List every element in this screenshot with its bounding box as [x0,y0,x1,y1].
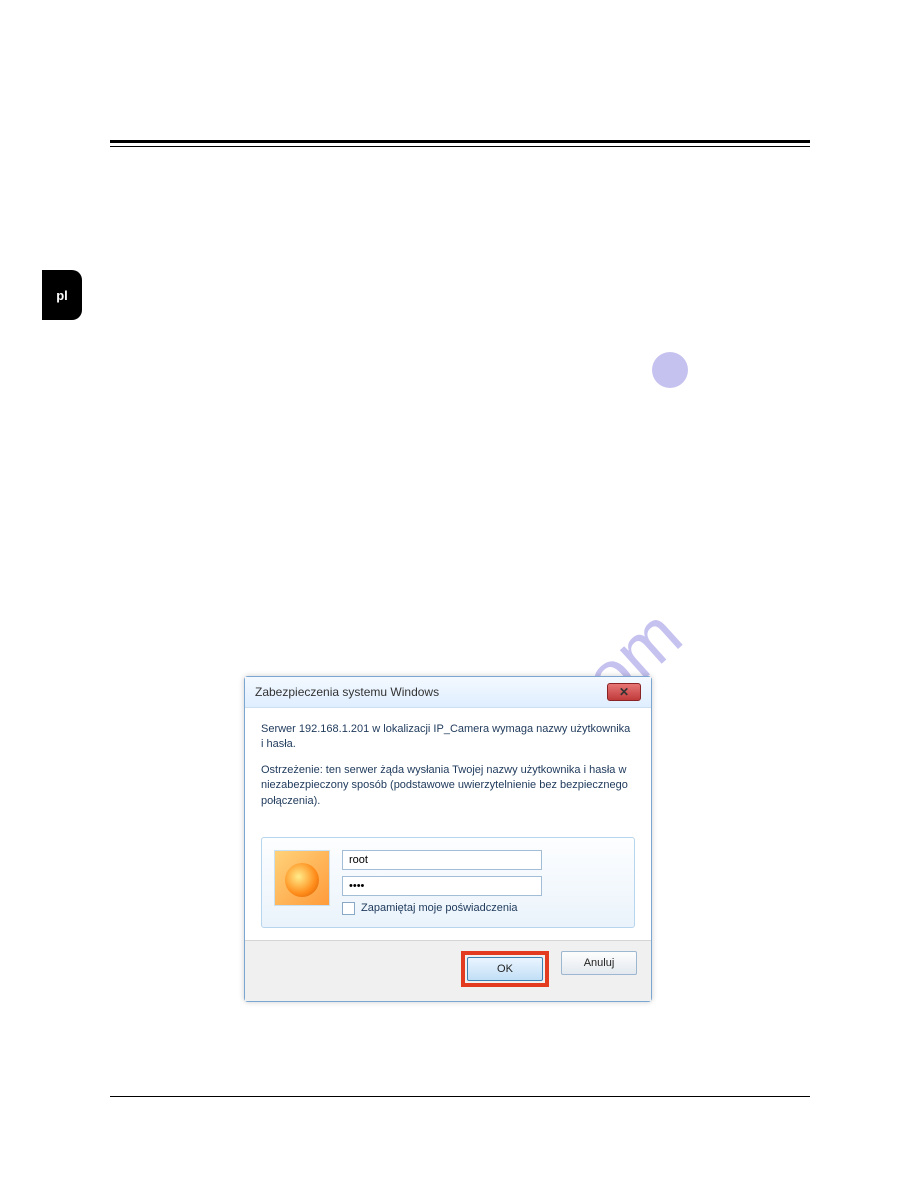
credentials-panel: Zapamiętaj moje poświadczenia [261,837,635,928]
username-input[interactable] [342,850,542,870]
bottom-rule [110,1096,810,1097]
ok-highlight-box: OK [461,951,549,987]
language-tab-label: pl [56,288,68,303]
ok-button[interactable]: OK [467,957,543,981]
dialog-message-1: Serwer 192.168.1.201 w lokalizacji IP_Ca… [261,722,635,753]
close-button[interactable]: ✕ [607,683,641,701]
dialog-message-2: Ostrzeżenie: ten serwer żąda wysłania Tw… [261,763,635,809]
close-icon: ✕ [619,685,629,699]
user-avatar-icon [274,850,330,906]
dialog-footer: OK Anuluj [245,940,651,1001]
language-tab: pl [42,270,82,320]
dialog-title-text: Zabezpieczenia systemu Windows [255,685,439,699]
top-rule-thin [110,146,810,147]
remember-checkbox[interactable] [342,902,355,915]
top-rule-thick [110,140,810,143]
windows-security-dialog: Zabezpieczenia systemu Windows ✕ Serwer … [244,676,652,1002]
dialog-titlebar: Zabezpieczenia systemu Windows ✕ [245,677,651,708]
remember-label: Zapamiętaj moje poświadczenia [361,902,518,914]
remember-row: Zapamiętaj moje poświadczenia [342,902,622,915]
credential-fields: Zapamiętaj moje poświadczenia [342,850,622,915]
password-input[interactable] [342,876,542,896]
cancel-button[interactable]: Anuluj [561,951,637,975]
dialog-body: Serwer 192.168.1.201 w lokalizacji IP_Ca… [245,708,651,829]
